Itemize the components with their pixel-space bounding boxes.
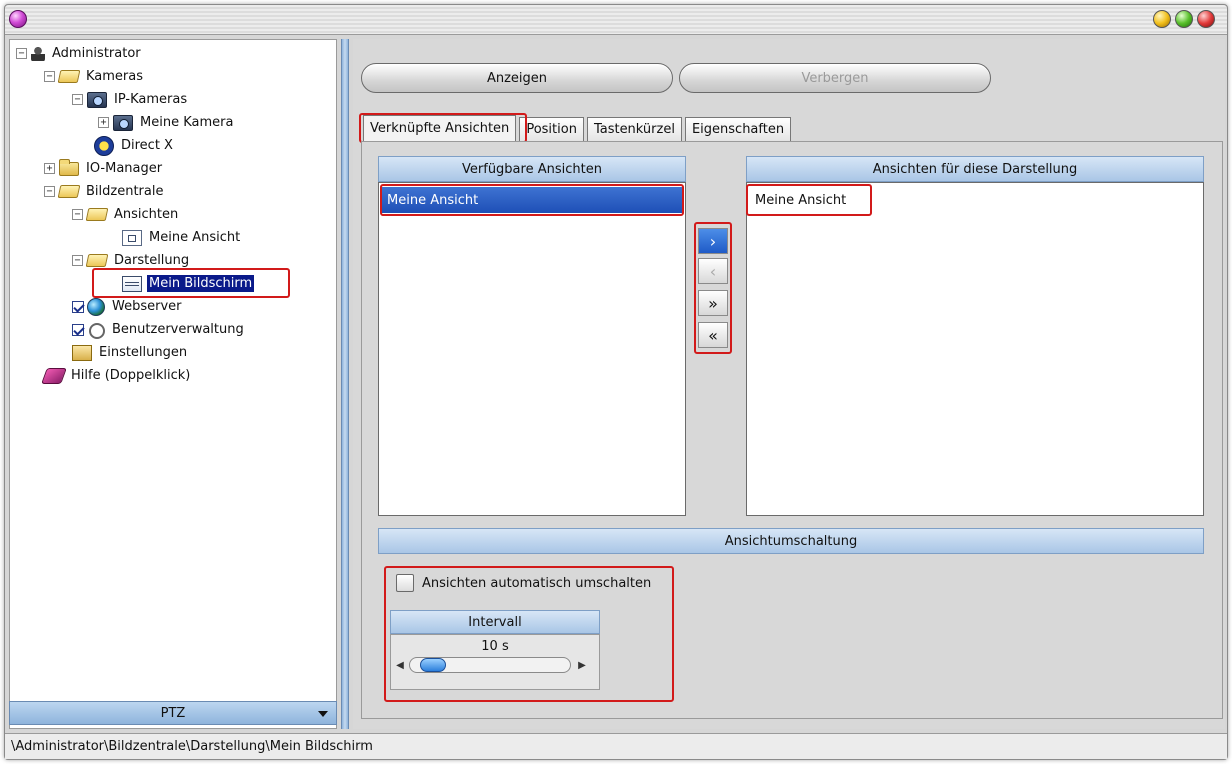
available-views-header: Verfügbare Ansichten — [378, 156, 686, 182]
list-item[interactable]: Meine Ansicht — [749, 187, 869, 213]
close-button[interactable] — [1197, 10, 1215, 28]
tree-item-label: Ansichten — [114, 207, 179, 222]
tree-item-label: Webserver — [112, 299, 182, 314]
users-icon — [87, 322, 105, 339]
ip-camera-group-icon — [87, 91, 107, 108]
expand-icon[interactable]: + — [98, 117, 109, 128]
minimize-button[interactable] — [1153, 10, 1171, 28]
tab-properties[interactable]: Eigenschaften — [684, 117, 792, 141]
tree-item-io-manager[interactable]: + IO-Manager — [44, 157, 164, 180]
tree-item-label: Mein Bildschirm — [147, 275, 255, 292]
tree-item-label: Einstellungen — [99, 345, 188, 360]
ptz-dropdown[interactable]: PTZ — [9, 701, 337, 725]
screen-layout-icon — [122, 275, 142, 292]
tree-item-label: Administrator — [52, 46, 141, 61]
tab-bar: Verknüpfte Ansichten Position Tastenkürz… — [363, 115, 794, 141]
tree-item-benutzerverwaltung[interactable]: Benutzerverwaltung — [72, 318, 246, 341]
directx-icon — [94, 135, 114, 156]
interval-panel: 10 s ◀ ▶ — [390, 634, 600, 690]
tree-item-label: Hilfe (Doppelklick) — [71, 368, 191, 383]
interval-slider[interactable] — [409, 657, 571, 673]
tree-item-ansichten[interactable]: − Ansichten — [72, 203, 180, 226]
help-book-icon — [41, 367, 67, 384]
tree-item-label: IP-Kameras — [114, 92, 188, 107]
tree-item-meine-ansicht[interactable]: Meine Ansicht — [122, 226, 242, 249]
collapse-icon[interactable]: − — [44, 186, 55, 197]
collapse-icon[interactable]: − — [72, 94, 83, 105]
tree-item-label: Darstellung — [114, 253, 190, 268]
globe-icon — [87, 297, 105, 316]
interval-value: 10 s — [481, 639, 509, 654]
tree-item-einstellungen[interactable]: Einstellungen — [72, 341, 189, 364]
auto-switch-label: Ansichten automatisch umschalten — [422, 575, 652, 591]
navigation-tree: − Administrator − Kameras − IP-Kameras +… — [9, 39, 337, 729]
view-switching-header: Ansichtumschaltung — [378, 528, 1204, 554]
title-bar[interactable] — [5, 5, 1227, 35]
auto-switch-checkbox[interactable] — [396, 574, 414, 592]
folder-open-icon — [85, 254, 109, 267]
tree-item-label: IO-Manager — [86, 161, 163, 176]
view-icon — [122, 229, 142, 246]
tree-item-webserver[interactable]: Webserver — [72, 295, 184, 318]
assigned-views-list[interactable]: Meine Ansicht — [746, 182, 1204, 516]
list-item[interactable]: Meine Ansicht — [381, 187, 683, 213]
tree-item-direct-x[interactable]: Direct X — [94, 134, 175, 157]
folder-icon — [59, 158, 79, 176]
show-button[interactable]: Anzeigen — [361, 63, 673, 93]
tab-shortcuts[interactable]: Tastenkürzel — [586, 117, 682, 141]
add-view-button[interactable]: › — [698, 228, 728, 254]
tree-item-label: Direct X — [121, 138, 173, 153]
panel-splitter[interactable] — [341, 39, 349, 729]
slider-thumb[interactable] — [420, 658, 446, 672]
slider-right-arrow-icon[interactable]: ▶ — [575, 657, 589, 673]
tree-item-mein-bildschirm[interactable]: Mein Bildschirm — [122, 272, 255, 295]
administrator-icon — [31, 45, 45, 62]
settings-icon — [72, 344, 92, 361]
tab-linked-views[interactable]: Verknüpfte Ansichten — [363, 115, 517, 141]
tree-item-administrator[interactable]: − Administrator — [16, 42, 143, 65]
hide-button[interactable]: Verbergen — [679, 63, 991, 93]
tree-item-ip-kameras[interactable]: − IP-Kameras — [72, 88, 189, 111]
app-orb-icon[interactable] — [9, 10, 27, 28]
tab-content: Verfügbare Ansichten Meine Ansicht › ‹ »… — [361, 141, 1223, 719]
tree-item-label: Meine Ansicht — [149, 230, 241, 245]
tree-item-meine-kamera[interactable]: + Meine Kamera — [98, 111, 235, 134]
detail-panel: Anzeigen Verbergen Verknüpfte Ansichten … — [353, 39, 1225, 729]
folder-open-icon — [57, 70, 81, 83]
folder-open-icon — [85, 208, 109, 221]
status-path: \Administrator\Bildzentrale\Darstellung\… — [11, 739, 373, 754]
status-bar: \Administrator\Bildzentrale\Darstellung\… — [5, 733, 1227, 759]
tree-item-label: Benutzerverwaltung — [112, 322, 244, 337]
enabled-checkbox[interactable] — [72, 300, 84, 313]
remove-all-views-button[interactable]: « — [698, 322, 728, 348]
tree-item-label: Kameras — [86, 69, 144, 84]
tree-item-label: Meine Kamera — [140, 115, 234, 130]
slider-left-arrow-icon[interactable]: ◀ — [393, 657, 407, 673]
expand-icon[interactable]: + — [44, 163, 55, 174]
app-window: − Administrator − Kameras − IP-Kameras +… — [4, 4, 1228, 760]
collapse-icon[interactable]: − — [72, 255, 83, 266]
add-all-views-button[interactable]: » — [698, 290, 728, 316]
tab-position[interactable]: Position — [519, 117, 584, 141]
tree-item-darstellung[interactable]: − Darstellung — [72, 249, 191, 272]
chevron-down-icon — [318, 711, 328, 717]
camera-icon — [113, 114, 133, 131]
tree-item-label: Bildzentrale — [86, 184, 164, 199]
enabled-checkbox[interactable] — [72, 323, 84, 336]
ptz-label: PTZ — [160, 705, 186, 721]
interval-header: Intervall — [390, 610, 600, 634]
collapse-icon[interactable]: − — [16, 48, 27, 59]
available-views-list[interactable]: Meine Ansicht — [378, 182, 686, 516]
collapse-icon[interactable]: − — [72, 209, 83, 220]
folder-open-icon — [57, 185, 81, 198]
tree-item-bildzentrale[interactable]: − Bildzentrale — [44, 180, 165, 203]
remove-view-button[interactable]: ‹ — [698, 258, 728, 284]
maximize-button[interactable] — [1175, 10, 1193, 28]
collapse-icon[interactable]: − — [44, 71, 55, 82]
tree-item-kameras[interactable]: − Kameras — [44, 65, 145, 88]
tree-item-hilfe[interactable]: Hilfe (Doppelklick) — [41, 364, 192, 387]
assigned-views-header: Ansichten für diese Darstellung — [746, 156, 1204, 182]
